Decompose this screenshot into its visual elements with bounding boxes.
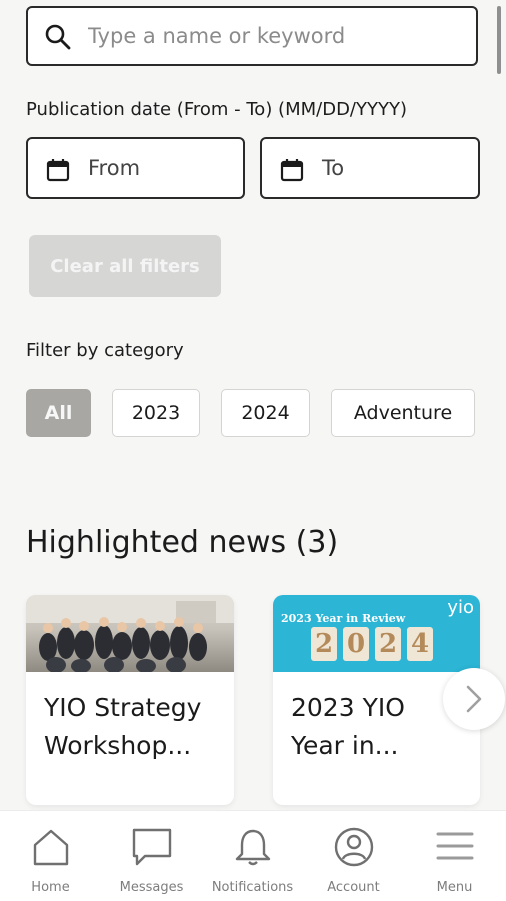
category-chip-2023[interactable]: 2023 xyxy=(112,389,200,437)
yio-logo: yio xyxy=(447,597,474,618)
nav-menu[interactable]: Menu xyxy=(404,811,505,901)
bottom-navigation: Home Messages Notifications Account Menu xyxy=(0,810,506,901)
highlighted-news-heading: Highlighted news (3) xyxy=(26,525,339,560)
digit-cube: 2 xyxy=(375,627,401,661)
account-icon xyxy=(334,827,373,867)
digit-cube: 4 xyxy=(407,627,433,661)
calendar-icon xyxy=(46,159,70,182)
digit-cube: 0 xyxy=(343,627,369,661)
search-input[interactable] xyxy=(88,18,458,54)
calendar-icon xyxy=(280,159,304,182)
nav-account[interactable]: Account xyxy=(303,811,404,901)
clear-filters-button[interactable]: Clear all filters xyxy=(29,235,221,297)
home-icon xyxy=(33,829,68,866)
digit-cube: 2 xyxy=(311,627,337,661)
nav-messages[interactable]: Messages xyxy=(101,811,202,901)
date-to-label: To xyxy=(322,156,345,180)
category-chip-all[interactable]: All xyxy=(26,389,91,437)
category-chip-adventure[interactable]: Adventure xyxy=(331,389,475,437)
date-from-field[interactable]: From xyxy=(26,137,245,199)
date-to-field[interactable]: To xyxy=(260,137,480,199)
news-card-image: 2023 Year in Review yio 2 0 2 4 xyxy=(273,595,480,672)
bell-icon xyxy=(235,829,270,866)
news-card-title: YIO Strategy Workshop... xyxy=(44,693,202,760)
category-chip-2024[interactable]: 2024 xyxy=(221,389,310,437)
search-field[interactable] xyxy=(26,6,478,66)
publication-date-label: Publication date (From - To) (MM/DD/YYYY… xyxy=(26,99,407,120)
scrollbar[interactable] xyxy=(497,6,501,74)
message-icon xyxy=(132,828,171,866)
nav-home[interactable]: Home xyxy=(0,811,101,901)
menu-icon xyxy=(436,832,473,860)
date-from-label: From xyxy=(88,156,141,180)
image-caption: 2023 Year in Review xyxy=(281,612,406,625)
category-filter-label: Filter by category xyxy=(26,340,184,361)
news-card[interactable]: YIO Strategy Workshop... xyxy=(26,595,234,805)
news-card-image xyxy=(26,595,234,673)
search-icon xyxy=(45,24,71,50)
chevron-right-icon xyxy=(466,685,482,713)
news-card-title: 2023 YIO Year in... xyxy=(291,693,405,760)
nav-notifications[interactable]: Notifications xyxy=(202,811,303,901)
group-photo-image xyxy=(26,595,234,673)
carousel-next-button[interactable] xyxy=(443,668,505,730)
